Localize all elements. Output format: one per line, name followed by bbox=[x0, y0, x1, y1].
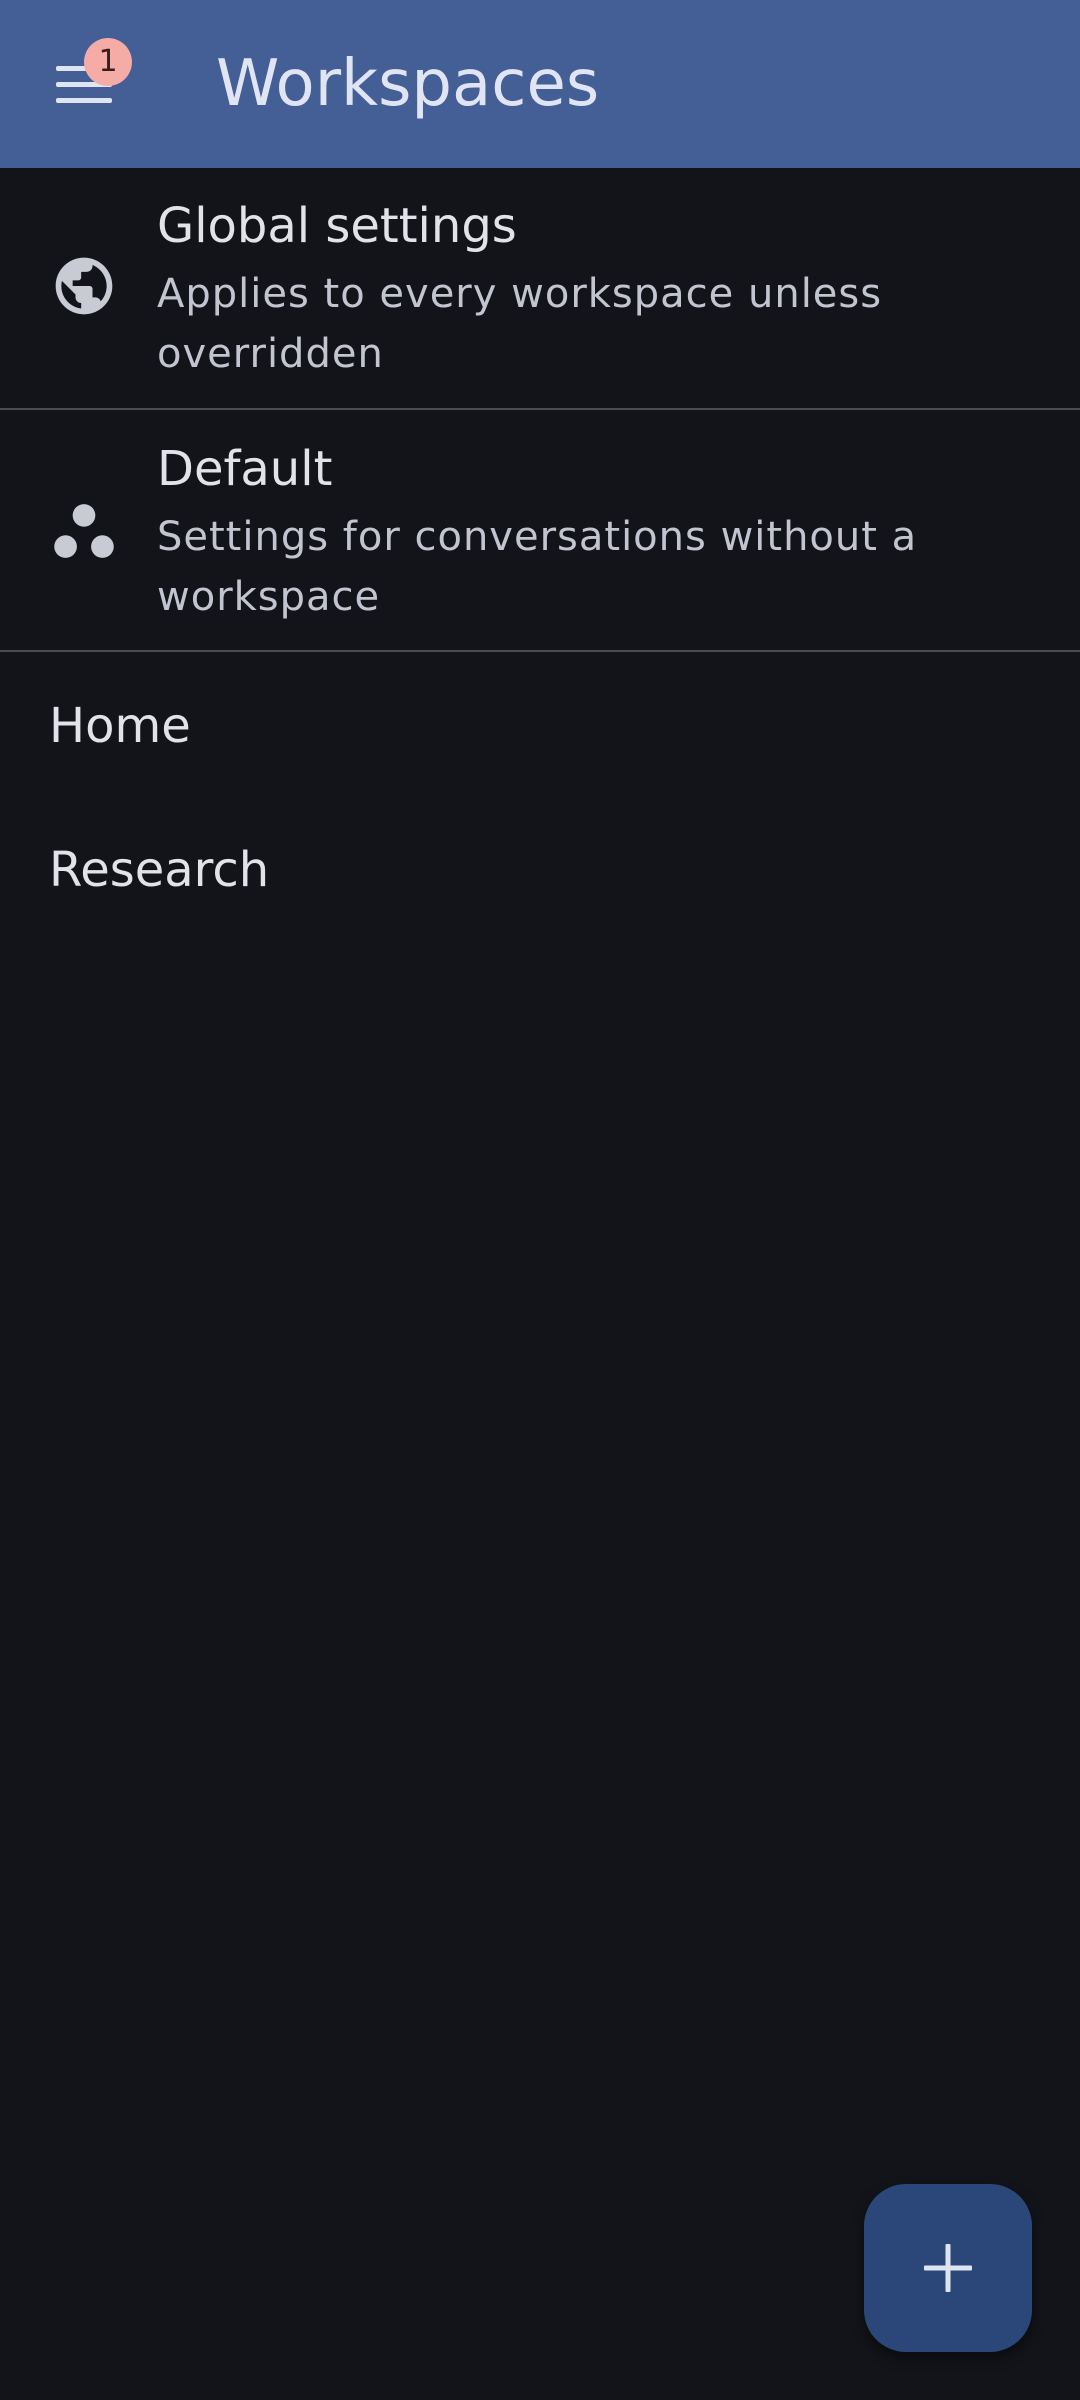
global-settings-item[interactable]: Global settings Applies to every workspa… bbox=[0, 168, 1080, 410]
globe-icon bbox=[55, 257, 113, 315]
global-settings-title: Global settings bbox=[157, 198, 517, 254]
workspaces-icon bbox=[54, 504, 114, 558]
default-workspace-title: Default bbox=[157, 441, 333, 497]
divider bbox=[0, 650, 1080, 652]
divider bbox=[0, 408, 1080, 410]
default-workspace-subtitle: Settings for conversations without a wor… bbox=[157, 514, 918, 620]
page-title: Workspaces bbox=[216, 47, 600, 121]
workspace-item-home[interactable]: Home bbox=[0, 654, 1080, 798]
workspace-item-label: Research bbox=[49, 842, 270, 898]
workspace-item-label: Home bbox=[49, 698, 191, 754]
global-settings-subtitle: Applies to every workspace unless overri… bbox=[157, 271, 883, 377]
workspace-item-research[interactable]: Research bbox=[0, 798, 1080, 942]
notification-badge: 1 bbox=[84, 38, 132, 86]
default-workspace-item[interactable]: Default Settings for conversations witho… bbox=[0, 411, 1080, 653]
add-icon bbox=[924, 2244, 972, 2292]
menu-button[interactable]: 1 bbox=[36, 34, 132, 130]
add-workspace-button[interactable] bbox=[864, 2184, 1032, 2352]
app-bar: 1 Workspaces bbox=[0, 0, 1080, 168]
